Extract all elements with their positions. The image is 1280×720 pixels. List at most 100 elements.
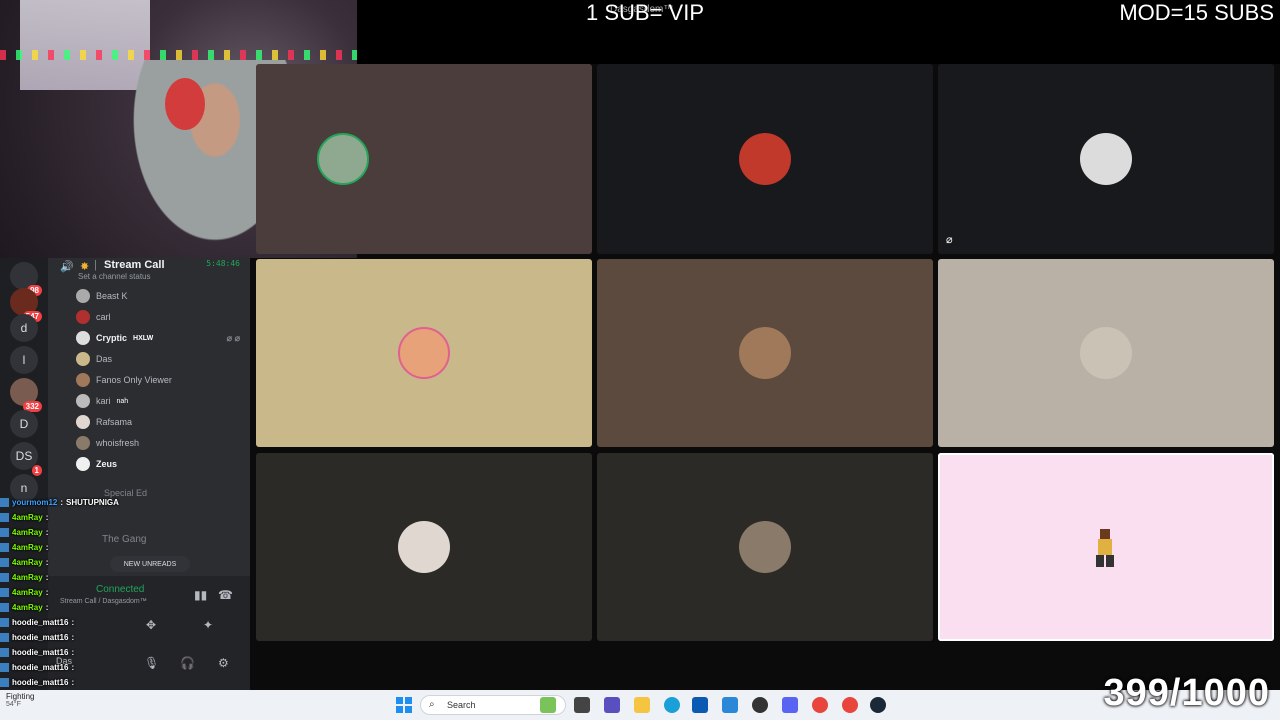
channel-name: Stream Call (104, 259, 165, 271)
server-icon[interactable]: d (10, 314, 38, 342)
headset (165, 78, 205, 130)
app-icon[interactable] (540, 697, 556, 713)
badge-icon (0, 588, 9, 597)
noise-suppression-icon[interactable]: ▮▮ (194, 588, 207, 602)
chat-message: hoodie_matt16: (0, 645, 160, 660)
member-tag: HXLW (133, 334, 154, 342)
voice-channel-stream-call[interactable]: 🔊 ✸ | Stream Call 5:48:46 Set a channel … (58, 258, 242, 284)
avatar (1080, 133, 1132, 185)
avatar (398, 521, 450, 573)
badge-icon (0, 513, 9, 522)
weather-widget[interactable]: Fighting 54°F (6, 692, 34, 708)
avatar (739, 521, 791, 573)
avatar (398, 327, 450, 379)
chat-message: hoodie_matt16: (0, 660, 160, 675)
badge-icon (0, 603, 9, 612)
windows-start-icon[interactable] (396, 697, 412, 713)
vip-overlay-text: 1 SUB= VIP (586, 0, 705, 25)
sub-goal-counter: 399/1000 (1103, 672, 1270, 714)
headphones-icon[interactable]: 🎧 (180, 656, 195, 670)
discord-icon[interactable] (782, 697, 798, 713)
video-tile[interactable] (938, 259, 1274, 447)
edge-icon[interactable] (664, 697, 680, 713)
chrome-icon[interactable] (842, 697, 858, 713)
video-tile[interactable] (256, 64, 592, 254)
video-tile[interactable] (597, 259, 933, 447)
member-tag: nah (116, 397, 129, 405)
chat-message: hoodie_matt16: (0, 675, 160, 690)
member-row[interactable]: kari nah (76, 391, 240, 411)
store-icon[interactable] (692, 697, 708, 713)
soundboard-icon[interactable]: ✦ (203, 618, 213, 632)
video-tile[interactable] (597, 64, 933, 254)
badge-icon (0, 558, 9, 567)
search-icon: ⌕ (429, 699, 435, 710)
avatar (76, 457, 90, 471)
member-row[interactable]: Fanos Only Viewer (76, 370, 240, 390)
task-view-icon[interactable] (574, 697, 590, 713)
file-explorer-icon[interactable] (634, 697, 650, 713)
server-icon[interactable]: 98 (10, 262, 42, 296)
member-row[interactable]: Beast K (76, 286, 240, 306)
server-icon[interactable]: D (10, 410, 38, 438)
obs-icon[interactable] (752, 697, 768, 713)
badge-icon (0, 528, 9, 537)
notification-badge: 1 (31, 465, 42, 476)
avatar (1080, 327, 1132, 379)
video-tile[interactable] (256, 259, 592, 447)
video-tile[interactable] (597, 453, 933, 641)
avatar (1080, 521, 1132, 573)
server-icon[interactable]: 547 (10, 288, 42, 322)
call-timer: 5:48:46 (206, 259, 240, 268)
chat-message: 4amRay: (0, 600, 160, 615)
member-row[interactable]: Zeus (76, 454, 240, 474)
member-row[interactable]: whoisfresh (76, 433, 240, 453)
video-tile[interactable] (256, 453, 592, 641)
badge-icon (0, 498, 9, 507)
chat-message: 4amRay: (0, 540, 160, 555)
server-icon[interactable]: l (10, 346, 38, 374)
speaker-icon: 🔊 (60, 261, 74, 273)
badge-icon (0, 663, 9, 672)
windows-taskbar: Fighting 54°F ⌕ Search (0, 690, 1280, 720)
member-row[interactable]: Rafsama (76, 412, 240, 432)
mute-deafen-icon: ⌀ ⌀ (226, 332, 240, 343)
chat-message: hoodie_matt16: (0, 615, 160, 630)
app-icon[interactable] (604, 697, 620, 713)
chat-message: hoodie_matt16: (0, 630, 160, 645)
server-icon[interactable]: DS 1 (10, 442, 42, 476)
badge-icon (0, 633, 9, 642)
avatar (317, 133, 370, 185)
avatar (76, 394, 90, 408)
chat-message: 4amRay: (0, 570, 160, 585)
disconnect-icon[interactable]: ☎ (218, 588, 233, 602)
chrome-icon[interactable] (812, 697, 828, 713)
channel-status[interactable]: Set a channel status (78, 272, 151, 281)
avatar (76, 352, 90, 366)
avatar (739, 327, 791, 379)
chat-message: 4amRay: (0, 510, 160, 525)
chat-message: yourmom12: SHUTUPNIGA (0, 495, 160, 510)
avatar (76, 310, 90, 324)
avatar (76, 331, 90, 345)
chat-message: 4amRay: (0, 525, 160, 540)
badge-icon (0, 648, 9, 657)
member-row[interactable]: Cryptic HXLW ⌀ ⌀ (76, 328, 240, 348)
gear-icon[interactable]: ⚙ (218, 656, 229, 670)
video-tile[interactable]: ⌀ (938, 64, 1274, 254)
stream-chat-overlay: yourmom12: SHUTUPNIGA 4amRay: 4amRay: 4am… (0, 495, 160, 702)
chat-message: 4amRay: (0, 585, 160, 600)
badge-icon (0, 678, 9, 687)
outlook-icon[interactable] (722, 697, 738, 713)
member-row[interactable]: Das (76, 349, 240, 369)
server-icon[interactable]: 332 (10, 378, 42, 412)
deafened-icon: ⌀ (946, 234, 953, 246)
badge-icon (0, 618, 9, 627)
steam-icon[interactable] (870, 697, 886, 713)
avatar (76, 289, 90, 303)
video-tile-speaking[interactable] (938, 453, 1274, 641)
chat-message: 4amRay: (0, 555, 160, 570)
member-row[interactable]: carl (76, 307, 240, 327)
badge-icon (0, 573, 9, 582)
avatar (739, 133, 791, 185)
